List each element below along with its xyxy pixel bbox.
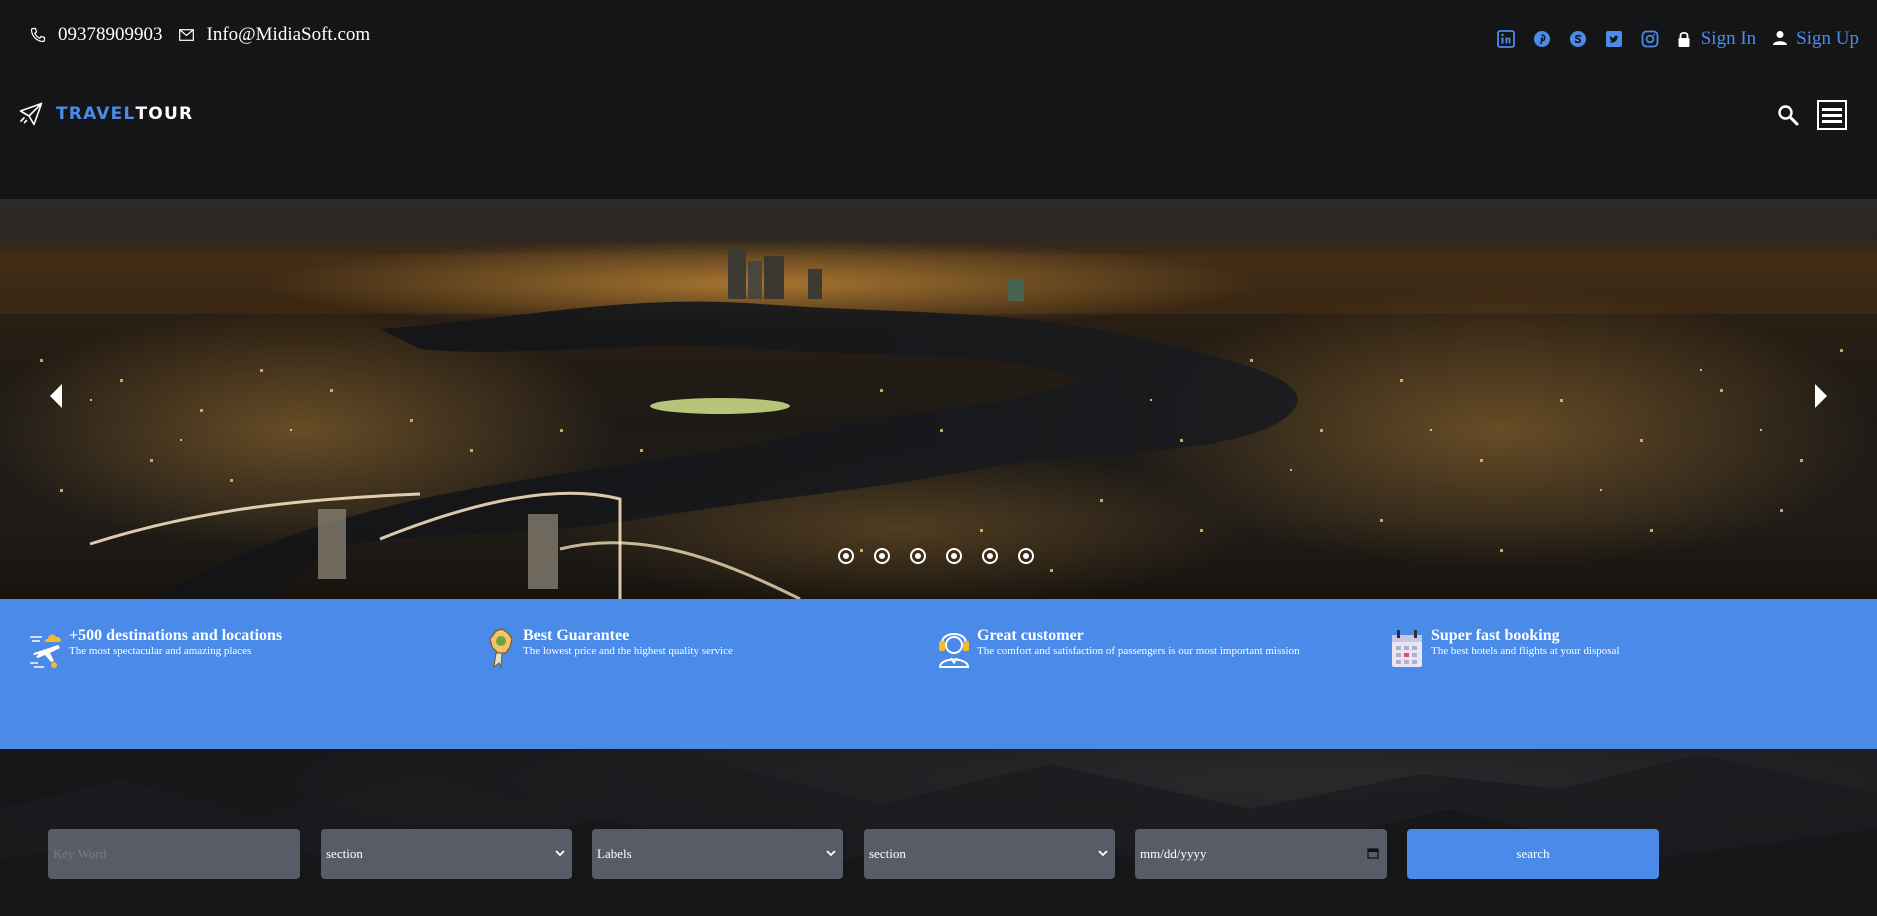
- feature-title: Super fast booking: [1431, 627, 1560, 644]
- search-button-label: search: [1516, 846, 1550, 861]
- hamburger-menu-button[interactable]: [1817, 100, 1847, 130]
- slider-prev-arrow-icon[interactable]: [44, 381, 68, 411]
- mail-icon: [177, 25, 197, 45]
- feature-title: Best Guarantee: [523, 627, 630, 644]
- slider-next-arrow-icon[interactable]: [1809, 381, 1833, 411]
- date-placeholder: mm/dd/yyyy: [1140, 846, 1207, 861]
- slider-dot-4[interactable]: [946, 548, 962, 564]
- feature-guarantee: Best Guarantee The lowest price and the …: [482, 627, 733, 669]
- site-logo[interactable]: TRAVEL TOUR: [18, 101, 193, 127]
- header: 09378909903 Info@MidiaSoft.com Sign In S…: [0, 0, 1877, 200]
- slider-dot-3[interactable]: [910, 548, 926, 564]
- twitter-icon[interactable]: [1605, 30, 1623, 48]
- feature-text: Super fast booking The best hotels and f…: [1431, 627, 1620, 658]
- sign-up-label: Sign Up: [1796, 28, 1859, 49]
- date-input[interactable]: mm/dd/yyyy: [1135, 829, 1387, 879]
- feature-text: Great customer The comfort and satisfact…: [977, 627, 1300, 658]
- chevron-down-icon: [826, 850, 836, 857]
- select-value: Labels: [597, 846, 632, 861]
- calendar-picker-icon[interactable]: [1367, 847, 1379, 859]
- feature-booking: Super fast booking The best hotels and f…: [1390, 627, 1620, 669]
- hero-city-night-image: [0, 239, 1877, 599]
- calendar-icon: [1392, 630, 1422, 667]
- feature-customer: Great customer The comfort and satisfact…: [936, 627, 1300, 669]
- social-auth-bar: Sign In Sign Up: [1496, 28, 1859, 50]
- email-address: Info@MidiaSoft.com: [206, 24, 371, 45]
- feature-desc: The comfort and satisfaction of passenge…: [977, 645, 1300, 657]
- plane-cloud-icon: [30, 634, 61, 668]
- skype-icon[interactable]: [1569, 30, 1587, 48]
- slider-dot-2[interactable]: [874, 548, 890, 564]
- feature-desc: The most spectacular and amazing places: [69, 645, 252, 657]
- search-button[interactable]: search: [1407, 829, 1659, 879]
- menu-bar: [1822, 113, 1842, 117]
- support-agent-icon: [938, 633, 970, 668]
- chevron-down-icon: [555, 850, 565, 857]
- brand-word-travel: TRAVEL: [56, 104, 136, 124]
- sign-in-link[interactable]: Sign In: [1677, 28, 1756, 50]
- menu-bar: [1822, 107, 1842, 111]
- email-contact[interactable]: Info@MidiaSoft.com: [177, 24, 371, 46]
- feature-text: Best Guarantee The lowest price and the …: [523, 627, 733, 658]
- section-select-1[interactable]: section: [321, 829, 572, 879]
- keyword-input[interactable]: Key Word: [48, 829, 300, 879]
- slider-dots: [838, 548, 1054, 564]
- feature-desc: The best hotels and flights at your disp…: [1431, 645, 1620, 657]
- labels-select[interactable]: Labels: [592, 829, 843, 879]
- brand-word-tour: TOUR: [135, 104, 194, 124]
- feature-desc: The lowest price and the highest quality…: [523, 645, 733, 657]
- phone-icon: [28, 25, 48, 45]
- pinterest-icon[interactable]: [1533, 30, 1551, 48]
- lock-icon: [1677, 30, 1693, 48]
- section-select-2[interactable]: section: [864, 829, 1115, 879]
- slider-dot-1[interactable]: [838, 548, 854, 564]
- user-icon: [1772, 30, 1788, 48]
- slider-dot-5[interactable]: [982, 548, 998, 564]
- search-form-section: Key Word section Labels section mm/dd/yy…: [0, 749, 1877, 916]
- nav-actions: [1777, 100, 1847, 130]
- slider-dot-6[interactable]: [1018, 548, 1034, 564]
- hero-slider: [0, 199, 1877, 599]
- feature-title: Great customer: [977, 627, 1084, 644]
- menu-bar: [1822, 119, 1842, 123]
- sign-in-label: Sign In: [1700, 28, 1757, 49]
- linkedin-icon[interactable]: [1496, 30, 1515, 48]
- instagram-icon[interactable]: [1641, 30, 1659, 48]
- sign-up-link[interactable]: Sign Up: [1772, 28, 1859, 50]
- guarantee-badge-icon: [489, 628, 513, 669]
- chevron-down-icon: [1098, 850, 1108, 857]
- select-value: section: [869, 846, 906, 861]
- search-icon[interactable]: [1777, 104, 1799, 126]
- airplane-icon: [19, 102, 43, 126]
- keyword-placeholder: Key Word: [53, 846, 107, 861]
- select-value: section: [326, 846, 363, 861]
- feature-title: +500 destinations and locations: [69, 627, 283, 644]
- feature-text: +500 destinations and locations The most…: [69, 627, 282, 658]
- phone-number: 09378909903: [58, 24, 163, 45]
- features-band: +500 destinations and locations The most…: [0, 599, 1877, 749]
- phone-contact[interactable]: 09378909903: [28, 24, 163, 46]
- contact-info: 09378909903 Info@MidiaSoft.com: [28, 24, 384, 46]
- feature-destinations: +500 destinations and locations The most…: [28, 627, 282, 669]
